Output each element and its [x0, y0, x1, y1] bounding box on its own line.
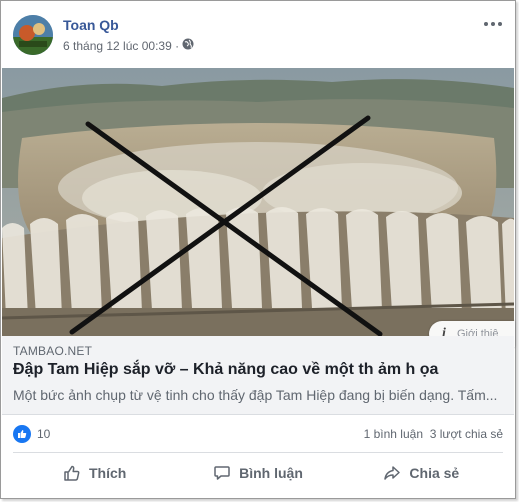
comment-button[interactable]: Bình luận	[176, 457, 339, 489]
share-button[interactable]: Chia sẻ	[340, 457, 503, 489]
avatar[interactable]	[13, 15, 53, 55]
divider	[13, 452, 503, 453]
post-header: Toan Qb 6 tháng 12 lúc 00:39 ·	[13, 15, 507, 55]
comment-button-label: Bình luận	[239, 465, 303, 481]
like-count[interactable]: 10	[37, 427, 50, 441]
post-card: Toan Qb 6 tháng 12 lúc 00:39 · i Giới th…	[0, 0, 516, 499]
post-timestamp[interactable]: 6 tháng 12 lúc 00:39 ·	[63, 39, 179, 53]
post-meta: 6 tháng 12 lúc 00:39 ·	[63, 38, 194, 53]
like-button[interactable]: Thích	[13, 457, 176, 489]
link-title[interactable]: Đập Tam Hiệp sắp vỡ – Khả năng cao về mộ…	[13, 361, 438, 379]
share-button-label: Chia sẻ	[409, 465, 460, 481]
share-count[interactable]: 3 lượt chia sẻ	[430, 427, 503, 441]
thumbs-up-icon	[63, 464, 81, 482]
post-stats: 10 1 bình luận 3 lượt chia sẻ	[13, 425, 503, 443]
link-domain: TAMBAO.NET	[13, 344, 93, 358]
more-options-button[interactable]	[481, 15, 505, 33]
post-actions: Thích Bình luận Chia sẻ	[13, 457, 503, 489]
like-icon[interactable]	[13, 425, 31, 443]
like-button-label: Thích	[88, 465, 127, 481]
globe-icon	[182, 38, 194, 53]
link-description: Một bức ảnh chụp từ vệ tinh cho thấy đập…	[13, 387, 498, 403]
comment-icon	[213, 464, 231, 482]
link-preview[interactable]: TAMBAO.NET Đập Tam Hiệp sắp vỡ – Khả năn…	[2, 336, 514, 415]
post-image[interactable]	[2, 68, 514, 336]
comment-count[interactable]: 1 bình luận	[364, 427, 423, 441]
share-icon	[383, 464, 401, 482]
author-name[interactable]: Toan Qb	[63, 17, 119, 33]
